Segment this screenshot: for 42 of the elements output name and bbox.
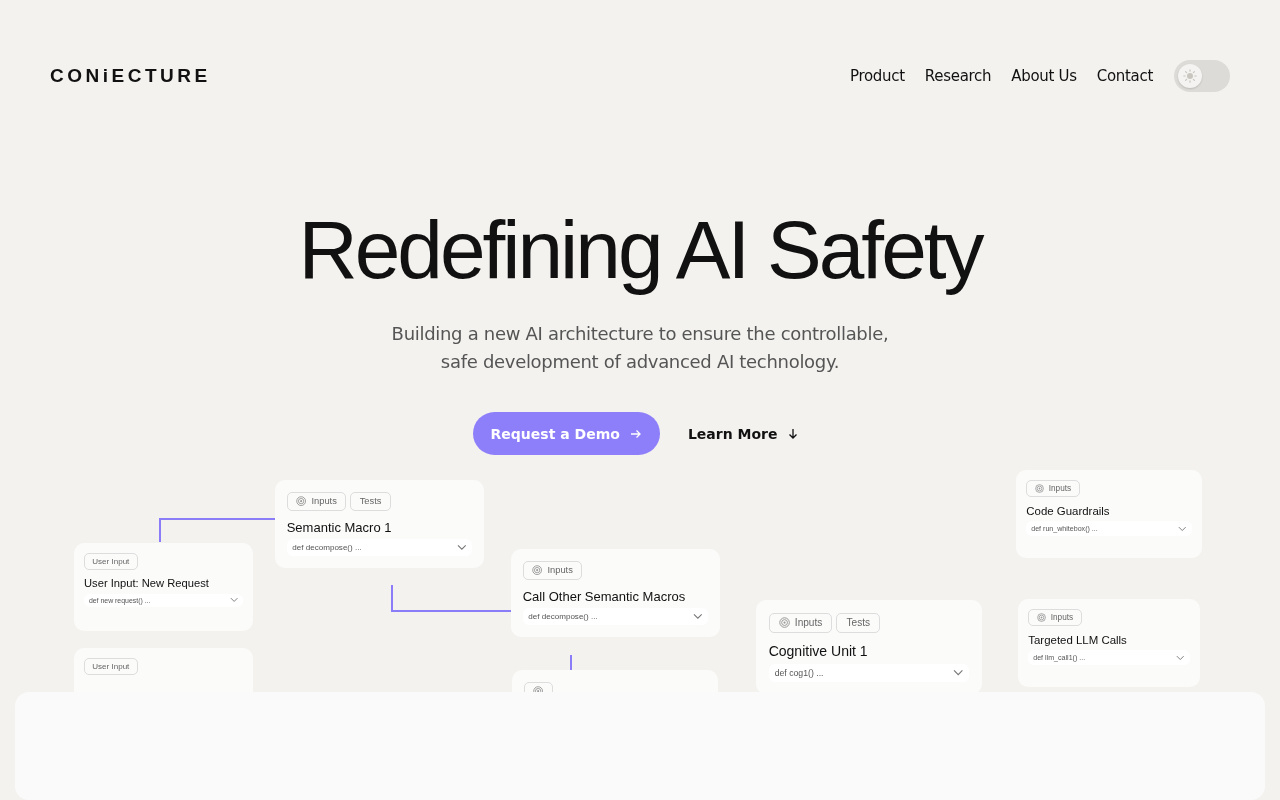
theme-toggle[interactable] [1174, 60, 1230, 92]
chevron-down-icon [952, 669, 964, 677]
node-title: Cognitive Unit 1 [768, 642, 869, 659]
hero-title: Redefining AI Safety [298, 203, 982, 297]
arrow-down-icon [787, 427, 800, 440]
code-dropdown[interactable]: def decompose() ... [522, 608, 709, 625]
tag-chip: Tests [836, 612, 881, 633]
tag-chip: Inputs [768, 612, 833, 633]
target-icon [296, 495, 307, 507]
chevron-down-icon [457, 544, 467, 551]
node-title: Semantic Macro 1 [286, 519, 393, 535]
tag-chip: Tests [350, 491, 391, 511]
tag-chip: Inputs [1028, 609, 1082, 627]
tag-chip: Inputs [1026, 480, 1080, 498]
code-dropdown[interactable]: def decompose() ... [286, 539, 473, 556]
code-dropdown[interactable]: def cog1() ... [768, 663, 970, 682]
nav-link[interactable]: Research [924, 67, 992, 85]
target-icon [1034, 484, 1044, 494]
node-title: Code Guardrails [1026, 505, 1111, 518]
chevron-down-icon [1176, 654, 1185, 661]
node-title: User Input: New Request [84, 577, 210, 590]
target-icon [778, 617, 790, 629]
learn-more-button[interactable]: Learn More [679, 412, 808, 455]
tag-chip: Inputs [286, 491, 347, 511]
chevron-down-icon [1178, 525, 1187, 532]
chevron-down-icon [693, 613, 703, 620]
tag-chip: Inputs [522, 560, 583, 580]
nav-link[interactable]: Contact [1096, 67, 1153, 85]
sun-icon [1183, 69, 1197, 83]
chevron-down-icon [229, 597, 239, 603]
target-icon [532, 564, 543, 576]
tag-chip: User Input [84, 553, 138, 570]
node-title: Call Other Semantic Macros [522, 588, 687, 604]
arrow-right-icon [629, 427, 642, 440]
node-title: Targeted LLM Calls [1028, 634, 1128, 647]
hero-subtitle: Building a new AI architecture to ensure the controllable, safe development of advanced AI technology. [391, 322, 889, 374]
connector-line [570, 654, 572, 671]
nav-link[interactable]: About Us [1011, 67, 1077, 85]
tag-chip: User Input [84, 658, 138, 675]
nav-link[interactable]: Product [849, 67, 905, 85]
logo[interactable]: CONiECTURE [50, 65, 211, 87]
target-icon [1036, 613, 1046, 623]
